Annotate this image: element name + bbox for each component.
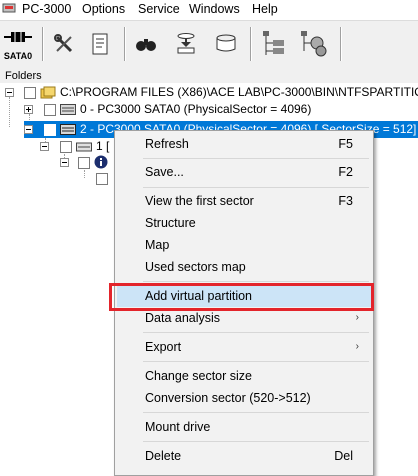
collapse-toggle[interactable] <box>40 142 49 151</box>
tree-structure-icon <box>263 31 284 55</box>
binoculars-icon <box>136 39 156 51</box>
search-button[interactable] <box>128 25 164 63</box>
menu-used-sectors-map[interactable]: Used sectors map <box>117 256 371 278</box>
folder-stack-icon <box>40 86 56 99</box>
menu-separator <box>143 332 369 333</box>
menu-view-first-sector[interactable]: View the first sector F3 <box>117 190 371 212</box>
tree-checkbox[interactable] <box>96 173 108 185</box>
disk-button[interactable] <box>208 25 244 63</box>
tools-button[interactable] <box>46 25 82 63</box>
scroll-button[interactable] <box>82 25 118 63</box>
menu-separator <box>143 158 369 159</box>
toolbar: SATA0 <box>0 20 418 70</box>
collapse-toggle[interactable] <box>60 158 69 167</box>
scroll-icon <box>92 33 108 55</box>
tree-info-row[interactable] <box>0 154 114 171</box>
tree-gear-icon <box>301 31 327 57</box>
menu-conversion-sector[interactable]: Conversion sector (520->512) <box>117 387 371 409</box>
menu-mount-drive[interactable]: Mount drive <box>117 416 371 438</box>
tree-child-1[interactable]: 1 [ <box>0 138 114 155</box>
toolbar-separator <box>42 27 44 61</box>
tree-checkbox[interactable] <box>60 141 72 153</box>
menu-conversion-sector-label: Conversion sector (520->512) <box>145 391 311 405</box>
tree-root-row[interactable]: C:\PROGRAM FILES (X86)\ACE LAB\PC-3000\B… <box>0 84 418 101</box>
tools-icon <box>54 34 73 53</box>
menu-options[interactable]: Options <box>82 1 125 17</box>
toolbar-separator <box>124 27 126 61</box>
menu-export[interactable]: Export › <box>117 336 371 358</box>
info-icon <box>94 155 108 169</box>
tree-checkbox[interactable] <box>44 124 56 136</box>
menu-view-first-sector-label: View the first sector <box>145 194 254 208</box>
menu-save[interactable]: Save... F2 <box>117 161 371 183</box>
toolbar-separator <box>250 27 252 61</box>
hdd-stack-button[interactable] <box>168 25 204 63</box>
menu-change-sector-size-label: Change sector size <box>145 369 253 383</box>
menu-mount-drive-label: Mount drive <box>145 420 211 434</box>
sata-port-icon <box>4 32 32 42</box>
menu-used-sectors-map-label: Used sectors map <box>145 260 246 274</box>
menu-export-label: Export <box>145 340 182 354</box>
menu-save-shortcut: F2 <box>338 165 353 179</box>
disk-icon <box>216 34 236 52</box>
tree-item-label: 0 - PC3000 SATA0 (PhysicalSector = 4096) <box>80 102 312 116</box>
menu-delete-shortcut: Del <box>334 449 353 463</box>
menu-windows[interactable]: Windows <box>189 1 240 17</box>
menu-delete-label: Delete <box>145 449 182 463</box>
toolbar-separator <box>340 27 342 61</box>
root-path-label: C:\PROGRAM FILES (X86)\ACE LAB\PC-3000\B… <box>60 85 418 99</box>
app-logo-icon <box>2 3 16 13</box>
hdd-icon <box>60 124 76 135</box>
tree-child-label: 1 [ <box>96 139 110 153</box>
tree-sub-row[interactable] <box>0 170 114 187</box>
menu-separator <box>143 281 369 282</box>
menu-separator <box>143 441 369 442</box>
menu-refresh[interactable]: Refresh F5 <box>117 133 371 155</box>
menu-map[interactable]: Map <box>117 234 371 256</box>
tree-checkbox[interactable] <box>24 87 36 99</box>
menu-map-label: Map <box>145 238 170 252</box>
sata0-label: SATA0 <box>3 51 33 61</box>
expand-toggle[interactable] <box>24 105 33 114</box>
collapse-toggle[interactable] <box>5 88 14 97</box>
menu-separator <box>143 412 369 413</box>
menu-structure[interactable]: Structure <box>117 212 371 234</box>
menu-help[interactable]: Help <box>252 1 278 17</box>
menu-separator <box>143 187 369 188</box>
menu-structure-label: Structure <box>145 216 196 230</box>
tree-checkbox[interactable] <box>44 104 56 116</box>
menu-view-first-sector-shortcut: F3 <box>338 194 353 208</box>
menu-separator <box>143 361 369 362</box>
tree-structure-button[interactable] <box>256 25 292 63</box>
tree-item-0[interactable]: 0 - PC3000 SATA0 (PhysicalSector = 4096) <box>0 101 418 118</box>
highlight-frame <box>109 283 374 311</box>
folders-header: Folders <box>0 69 418 83</box>
menu-save-label: Save... <box>145 165 184 179</box>
submenu-arrow-icon: › <box>355 341 359 352</box>
menu-delete[interactable]: Delete Del <box>117 445 371 467</box>
partition-icon <box>76 142 92 152</box>
menu-pc3000[interactable]: PC-3000 <box>22 1 71 17</box>
hdd-stack-icon <box>177 33 195 54</box>
menu-refresh-shortcut: F5 <box>338 137 353 151</box>
hdd-icon <box>60 104 76 115</box>
menu-service[interactable]: Service <box>138 1 180 17</box>
menu-bar: PC-3000 Options Service Windows Help <box>0 0 418 18</box>
tree-gear-button[interactable] <box>296 25 332 63</box>
collapse-toggle[interactable] <box>24 125 33 134</box>
tree-checkbox[interactable] <box>78 157 90 169</box>
menu-change-sector-size[interactable]: Change sector size <box>117 365 371 387</box>
menu-refresh-label: Refresh <box>145 137 189 151</box>
sata0-button[interactable]: SATA0 <box>0 25 36 63</box>
